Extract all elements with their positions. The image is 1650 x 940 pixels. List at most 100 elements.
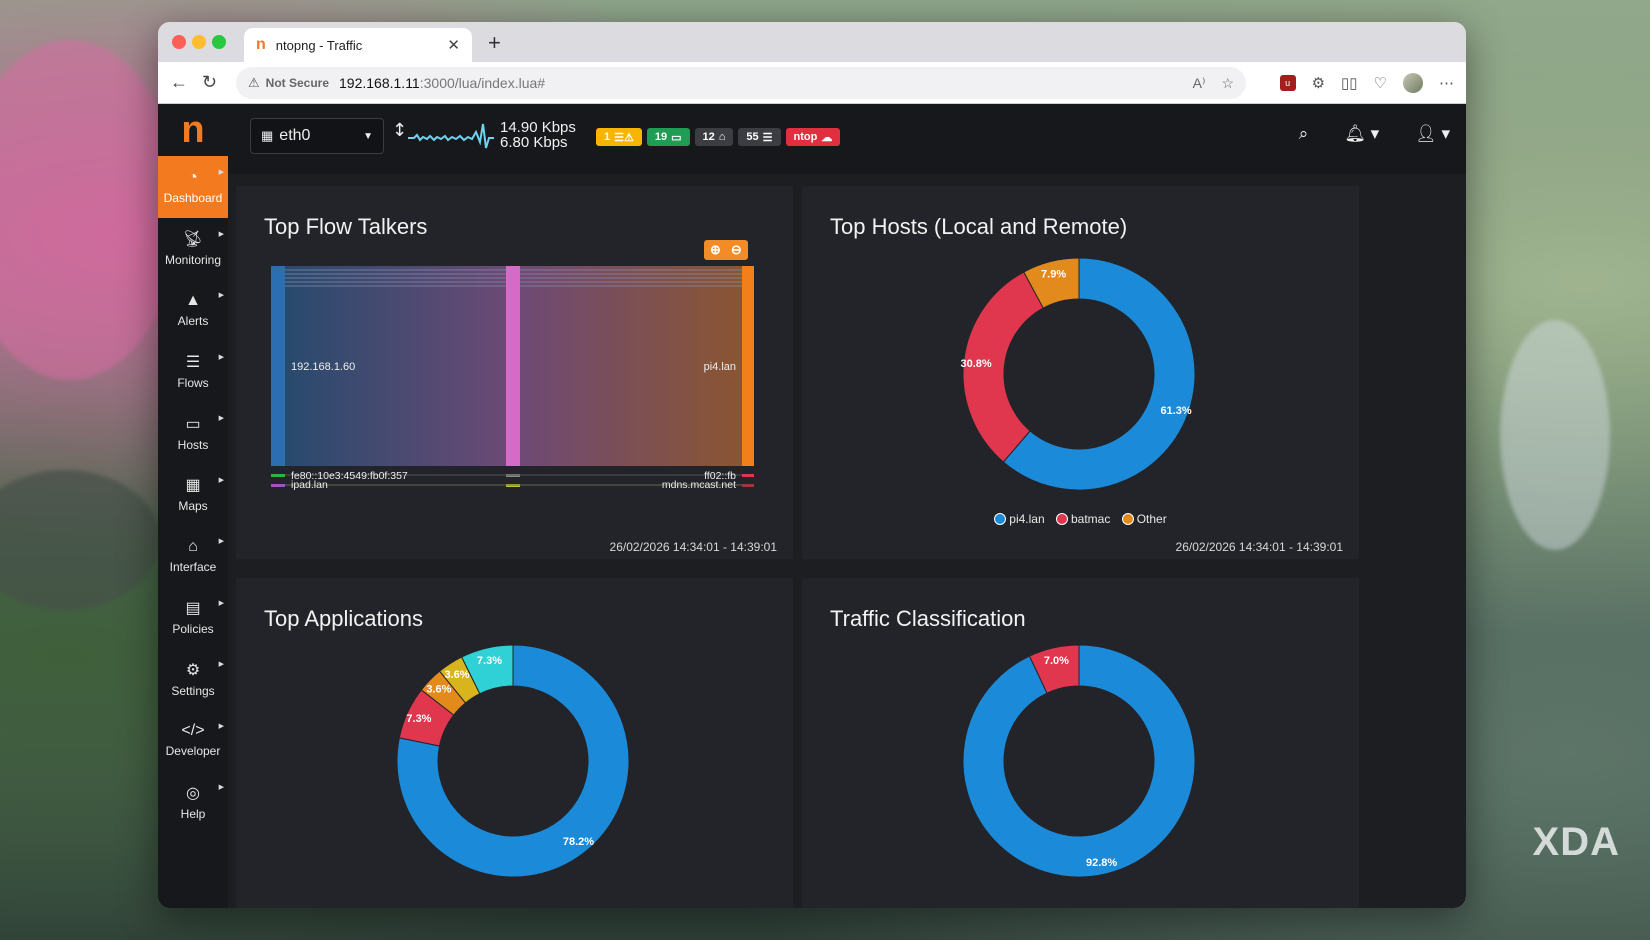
maximize-window-button[interactable]	[212, 35, 226, 49]
sidebar-item-interface[interactable]: ⌂ Interface ▶	[158, 525, 228, 587]
sidebar-item-dashboard[interactable]: ◔ Dashboard ▶	[158, 156, 228, 218]
ntopng-brand-logo[interactable]: n	[158, 104, 228, 156]
notifications-bell-icon[interactable]: 🔔︎ ▾	[1344, 124, 1379, 144]
flows-icon: ☰	[762, 131, 773, 144]
traffic-classification-card: Traffic Classification 92.8% 7.0%	[802, 578, 1359, 908]
caret-right-icon: ▶	[218, 599, 224, 607]
legend-item[interactable]: batmac	[1056, 512, 1110, 526]
caret-right-icon: ▶	[218, 415, 224, 422]
slice-percent-label: 92.8%	[1086, 857, 1117, 869]
code-icon: </>	[181, 722, 205, 740]
upload-rate: 14.90 Kbps	[500, 119, 576, 136]
status-badge[interactable]: 55 ☰	[738, 128, 781, 146]
download-rate: 6.80 Kbps	[500, 134, 568, 151]
caret-right-icon: ▶	[218, 169, 224, 176]
traffic-classification-donut-chart: 92.8% 7.0%	[962, 644, 1196, 878]
top-bar: ▦ eth0 ▼ ↕ 14.90 Kbps 6.80 Kbps 1 ☰⚠ 19 ▭ 12…	[228, 104, 1466, 174]
reload-button[interactable]: ↻	[202, 72, 217, 93]
top-applications-card: Top Applications 78.2% 7.3% 3.6% 3.6% 7.3%	[236, 578, 793, 908]
caret-right-icon: ▶	[218, 661, 224, 668]
address-bar[interactable]: ⚠ Not Secure 192.168.1.11 :3000/lua/inde…	[236, 67, 1246, 99]
tab-title: ntopng - Traffic	[275, 37, 363, 53]
sidebar-item-developer[interactable]: </> Developer ▶	[158, 710, 228, 772]
sidebar-item-label: Alerts	[177, 313, 209, 328]
status-badge[interactable]: 12 ⌂	[694, 128, 734, 146]
status-badge[interactable]: 1 ☰⚠	[596, 128, 642, 146]
sidebar-item-monitoring[interactable]: 📡︎ Monitoring ▶	[158, 218, 228, 280]
browser-tab[interactable]: n ntopng - Traffic ✕	[244, 28, 472, 62]
sidebar-item-flows[interactable]: ☰ Flows ▶	[158, 341, 228, 403]
sidebar-item-label: Settings	[171, 683, 215, 698]
sidebar-item-alerts[interactable]: ▲ Alerts ▶	[158, 279, 228, 341]
more-menu-icon[interactable]: ⋯	[1439, 74, 1454, 92]
sidebar-item-help[interactable]: ◎ Help ▶	[158, 771, 228, 833]
sidebar-item-hosts[interactable]: ▭ Hosts ▶	[158, 402, 228, 464]
interface-name: eth0	[279, 127, 311, 144]
slice-percent-label: 3.6%	[426, 684, 451, 696]
background-rock	[0, 470, 160, 610]
up-down-arrows-icon: ↕	[392, 120, 407, 141]
slice-percent-label: 7.3%	[477, 655, 502, 667]
sidebar-item-label: Dashboard	[163, 190, 223, 205]
favorite-star-icon[interactable]: ☆	[1221, 75, 1234, 92]
warning-icon: ⚠	[248, 75, 260, 90]
extensions-icon[interactable]: ⚙	[1312, 74, 1325, 92]
warning-icon: ▲	[185, 291, 201, 309]
host-icon: ▭	[671, 131, 682, 144]
interface-select[interactable]: ▦ eth0 ▼	[250, 118, 384, 154]
sankey-node-right	[742, 266, 754, 466]
time-range-label: 26/02/2026 14:34:01 - 14:39:01	[1175, 540, 1343, 554]
caret-right-icon: ▶	[218, 230, 224, 238]
caret-right-icon: ▶	[218, 292, 224, 299]
minimize-window-button[interactable]	[192, 35, 206, 49]
extension-icons: u ⚙ ▯▯ ♡ ⋯	[1279, 73, 1454, 93]
satellite-dish-icon: 📡︎	[182, 231, 204, 249]
legend-label: Other	[1136, 512, 1167, 526]
ntop-logo-icon: n	[256, 36, 266, 53]
read-aloud-icon[interactable]: A⁾	[1193, 75, 1206, 92]
book-icon: ▤	[185, 600, 201, 618]
top-flow-talkers-card: Top Flow Talkers ⊕ ⊖ 192.168.1.60 pi4.la…	[236, 186, 793, 559]
cloud-icon: ☁	[821, 131, 833, 144]
ublock-icon[interactable]: u	[1279, 75, 1296, 91]
legend-label: pi4.lan	[1009, 512, 1045, 526]
sankey-node-small	[271, 474, 285, 477]
badge-count: 19	[654, 131, 668, 143]
slice-percent-label: 7.9%	[1041, 269, 1066, 281]
ethernet-icon: ▦	[261, 128, 274, 143]
close-window-button[interactable]	[172, 35, 186, 49]
throughput-widget[interactable]: ↕ 14.90 Kbps 6.80 Kbps	[390, 118, 630, 154]
status-badge[interactable]: ntop ☁	[785, 128, 841, 146]
background-waterfall	[1500, 320, 1610, 550]
background-blossom	[0, 40, 180, 380]
user-menu-icon[interactable]: 👤︎ ▾	[1415, 124, 1450, 144]
legend-item[interactable]: pi4.lan	[994, 512, 1045, 526]
caret-right-icon: ▶	[218, 722, 224, 730]
sankey-diagram: 192.168.1.60 pi4.lan fe80::10e3:4549:fb0…	[271, 266, 754, 491]
back-button[interactable]: ←	[170, 72, 188, 93]
close-tab-icon[interactable]: ✕	[447, 36, 460, 54]
map-icon: ▦	[185, 477, 201, 495]
split-screen-icon[interactable]: ▯▯	[1341, 74, 1358, 92]
profile-avatar[interactable]	[1403, 73, 1423, 93]
status-badge[interactable]: 19 ▭	[646, 128, 690, 146]
legend-item[interactable]: Other	[1121, 512, 1167, 526]
sidebar-item-label: Monitoring	[164, 253, 222, 268]
sidebar-item-label: Interface	[169, 559, 217, 574]
sidebar-item-label: Help	[180, 806, 206, 821]
badge-count: 12	[702, 131, 715, 143]
badge-count: ntop	[793, 131, 818, 143]
sidebar-item-label: Developer	[165, 744, 221, 759]
sidebar-item-policies[interactable]: ▤ Policies ▶	[158, 587, 228, 649]
life-ring-icon: ◎	[186, 784, 200, 802]
caret-right-icon: ▶	[218, 538, 224, 545]
sankey-node-small	[271, 484, 285, 487]
new-tab-button[interactable]: +	[488, 30, 501, 56]
search-icon[interactable]: ⌕	[1299, 124, 1309, 144]
slice-percent-label: 7.3%	[406, 713, 431, 725]
slice-percent-label: 61.3%	[1160, 405, 1191, 417]
sidebar-item-maps[interactable]: ▦ Maps ▶	[158, 464, 228, 526]
status-badges: 1 ☰⚠ 19 ▭ 12 ⌂ 55 ☰ ntop ☁	[596, 128, 841, 146]
health-icon[interactable]: ♡	[1374, 74, 1387, 92]
sidebar-item-settings[interactable]: ⚙ Settings ▶	[158, 648, 228, 710]
